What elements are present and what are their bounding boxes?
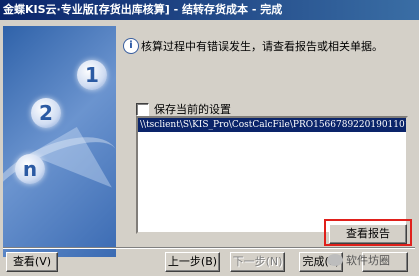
result-message: 核算过程中有错误发生，请查看报告或相关单据。 <box>141 40 383 53</box>
separator <box>3 247 415 249</box>
checkbox-box[interactable] <box>136 102 149 116</box>
step-1-icon: 1 <box>77 60 107 90</box>
window-title-bar: 金蝶KIS云·专业版[存货出库核算] - 结转存货成本 - 完成 <box>0 0 419 20</box>
view-button[interactable]: 查看(V) <box>6 252 58 272</box>
step-2-icon: 2 <box>31 98 61 128</box>
list-item[interactable]: \\tsclient\S\KIS_Pro\CostCalcFile\PRO156… <box>138 118 406 132</box>
watermark: 软件坊圈 <box>327 252 390 268</box>
report-file-list[interactable]: \\tsclient\S\KIS_Pro\CostCalcFile\PRO156… <box>136 116 408 234</box>
step-n-icon: n <box>15 154 45 184</box>
window-title: 金蝶KIS云·专业版[存货出库核算] - 结转存货成本 - 完成 <box>3 3 283 16</box>
save-settings-checkbox[interactable]: 保存当前的设置 <box>136 101 231 117</box>
highlight-box <box>324 219 412 246</box>
wizard-body: 1 2 n i 核算过程中有错误发生，请查看报告或相关单据。 保存当前的设置 \… <box>0 20 419 257</box>
wizard-illustration: 1 2 n <box>3 26 116 257</box>
chat-bubble-icon <box>327 254 343 266</box>
info-icon: i <box>123 38 139 54</box>
watermark-text: 软件坊圈 <box>346 254 390 267</box>
next-button[interactable]: 下一步(N) <box>230 252 285 272</box>
back-button[interactable]: 上一步(B) <box>165 252 220 272</box>
save-settings-label: 保存当前的设置 <box>154 103 231 116</box>
